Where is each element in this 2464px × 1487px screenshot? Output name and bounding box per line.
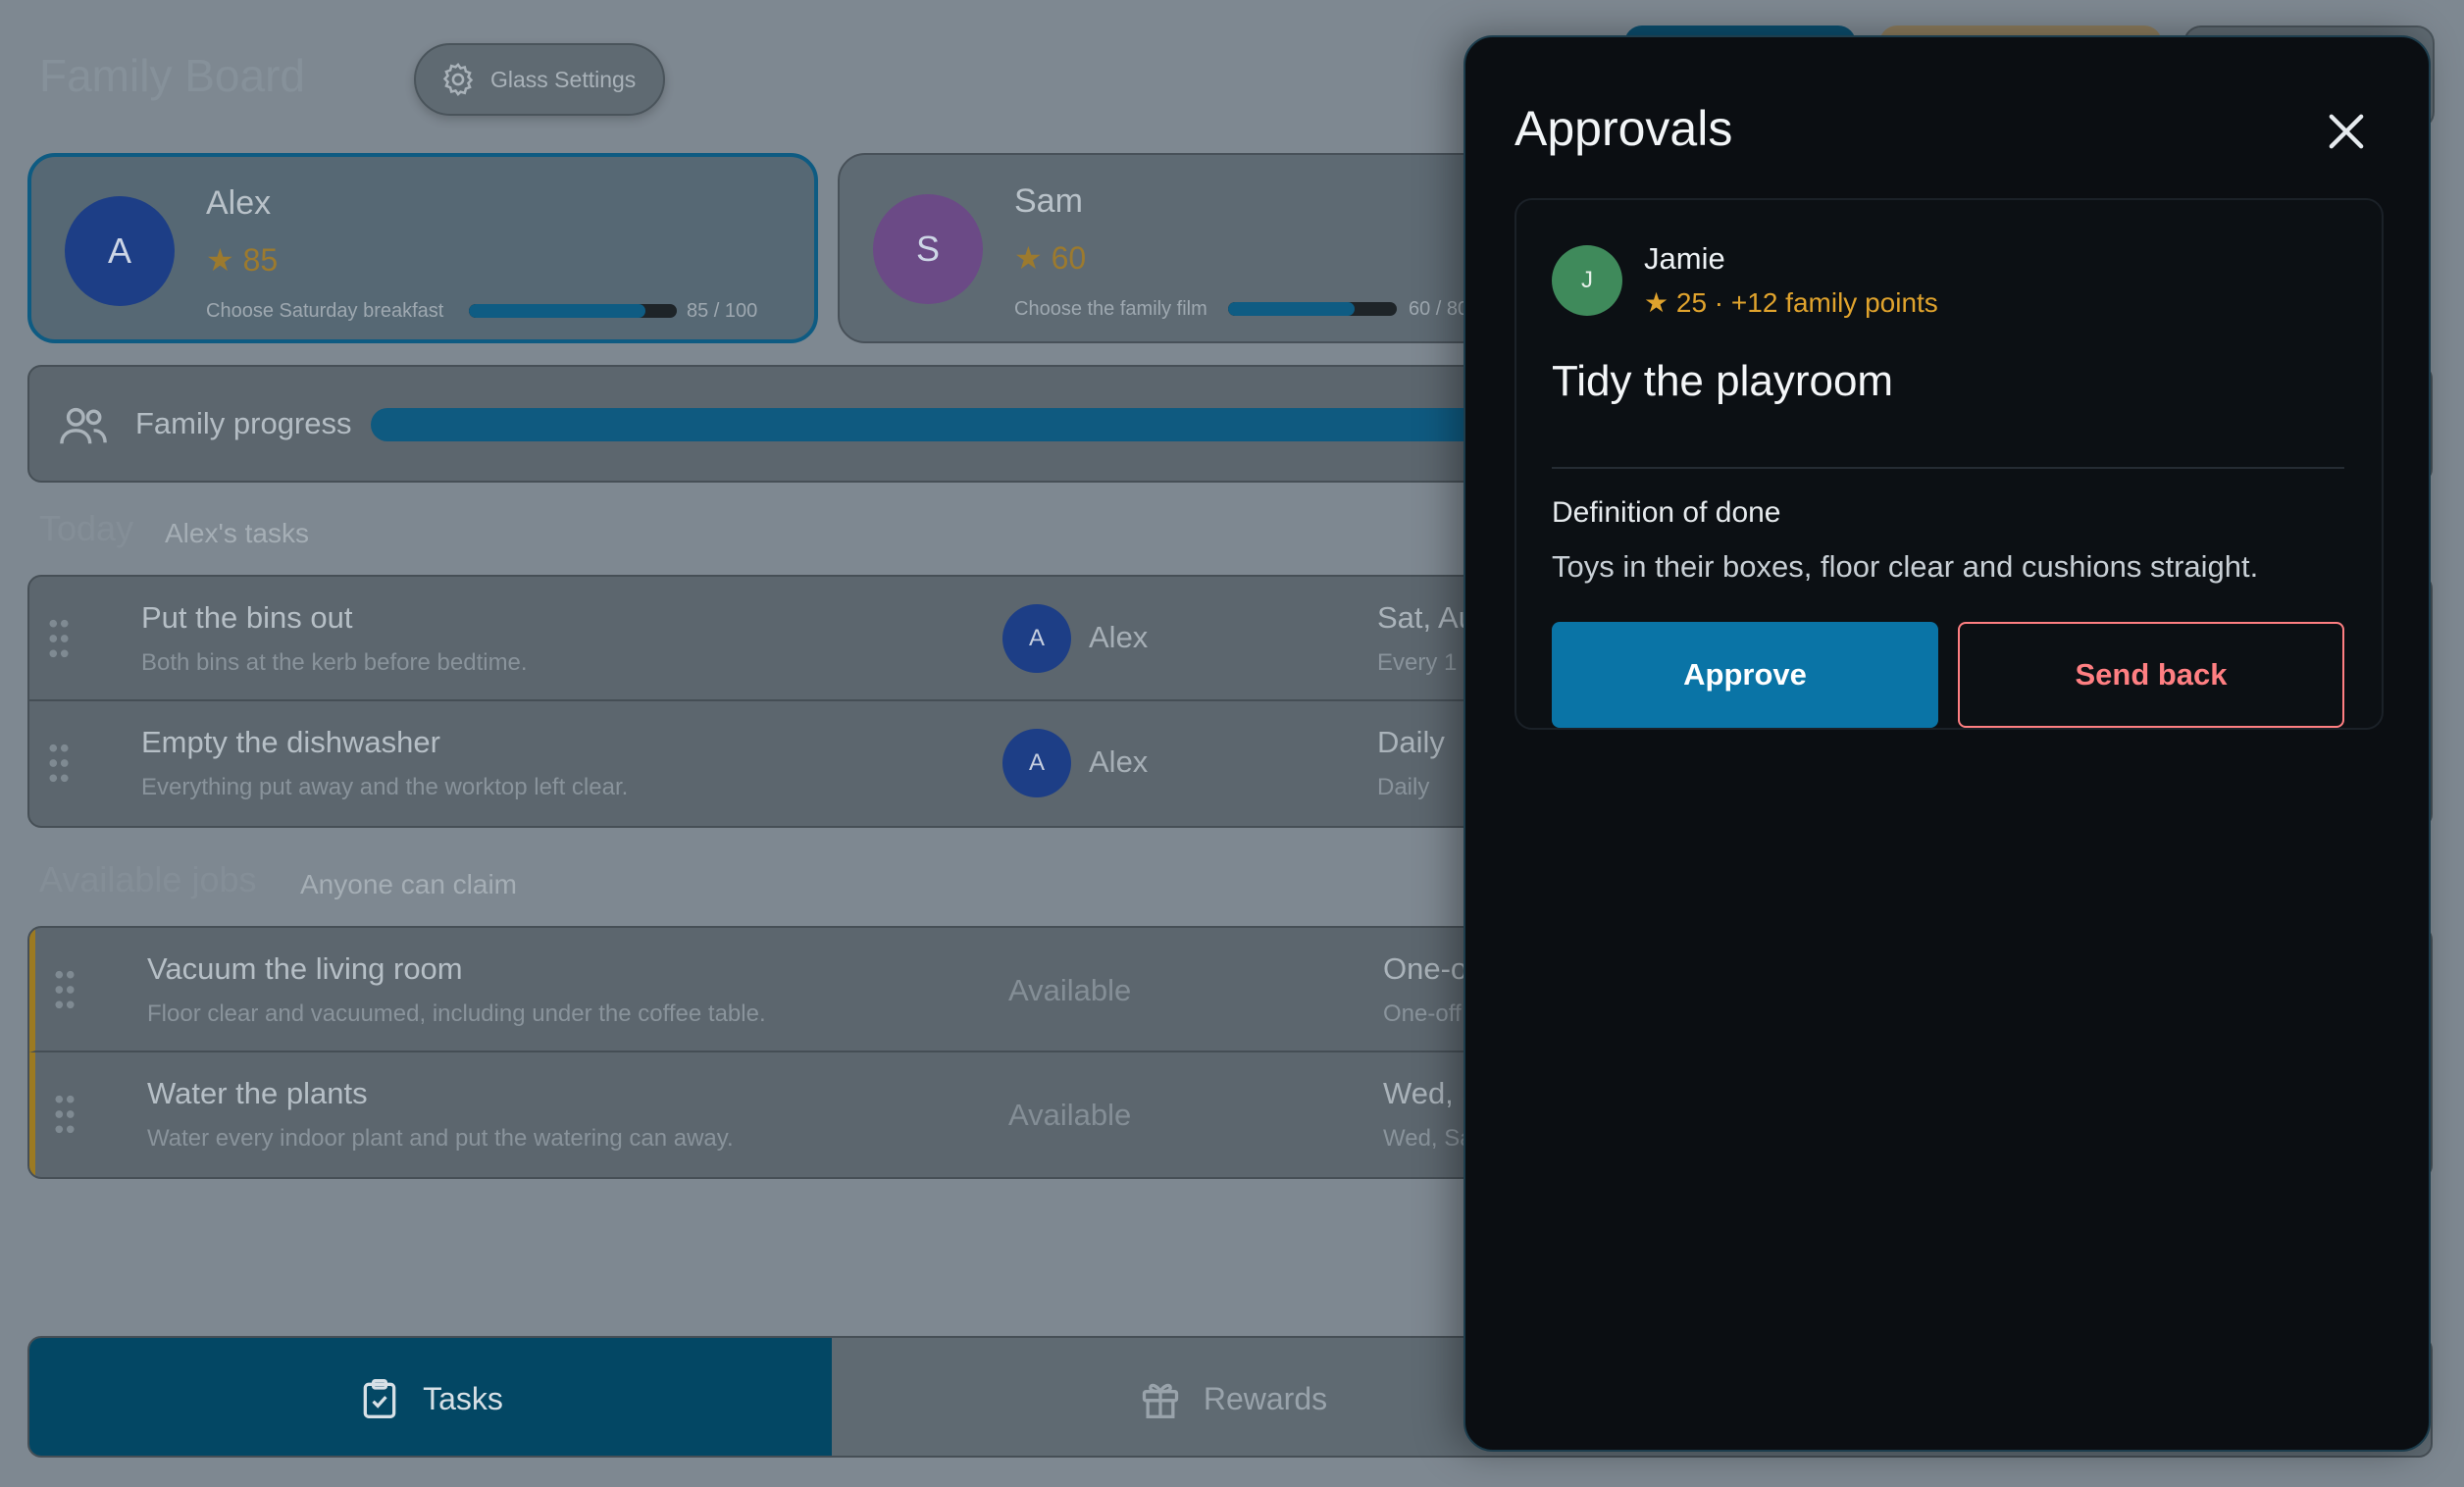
tab-tasks[interactable]: Tasks: [29, 1338, 832, 1456]
task-repeat: Wed, Sa: [1383, 1125, 1473, 1152]
approval-points: ★ 25 · +12 family points: [1644, 287, 1938, 318]
task-schedule: Sat, Au: [1377, 600, 1475, 635]
tab-rewards-label: Rewards: [1203, 1380, 1328, 1416]
profile-progress-fill: [1228, 302, 1355, 316]
avatar: A: [65, 196, 175, 306]
avatar: J: [1552, 245, 1622, 316]
task-repeat: One-off: [1383, 1000, 1462, 1027]
profile-name: Sam: [1014, 182, 1083, 220]
task-title: Empty the dishwasher: [141, 725, 440, 759]
star-icon: ★: [206, 242, 243, 278]
definition-of-done-text: Toys in their boxes, floor clear and cus…: [1552, 549, 2259, 584]
approvals-drawer: Approvals J Jamie ★ 25 · +12 family poin…: [1463, 35, 2431, 1452]
app-title: Family Board: [39, 50, 305, 101]
avatar: A: [1002, 729, 1071, 797]
approval-child-name: Jamie: [1644, 241, 1725, 276]
profile-card-alex[interactable]: A Alex ★ 85 Choose Saturday breakfast 85…: [27, 153, 818, 343]
profile-points: ★ 85: [206, 242, 279, 278]
profile-points: ★ 60: [1014, 240, 1087, 276]
gift-icon: [1142, 1383, 1179, 1418]
profile-progress-bar: [469, 304, 677, 318]
divider: [1552, 467, 2344, 469]
task-title: Put the bins out: [141, 600, 353, 635]
star-icon: ★: [1014, 240, 1052, 276]
task-status: Available: [1008, 1098, 1132, 1132]
tab-tasks-label: Tasks: [423, 1380, 503, 1416]
task-description: Floor clear and vacuumed, including unde…: [147, 1000, 766, 1027]
avatar: A: [1002, 604, 1071, 673]
available-heading: Available jobs: [39, 859, 257, 899]
task-description: Everything put away and the worktop left…: [141, 774, 629, 800]
approval-task-title: Tidy the playroom: [1552, 357, 1894, 405]
task-description: Water every indoor plant and put the wat…: [147, 1125, 734, 1152]
today-heading: Today: [39, 508, 134, 548]
profile-name: Alex: [206, 184, 272, 222]
drag-handle-icon[interactable]: [47, 618, 71, 659]
available-subheading: Anyone can claim: [300, 869, 518, 899]
approval-card: J Jamie ★ 25 · +12 family points Tidy th…: [1514, 198, 2384, 730]
drag-handle-icon[interactable]: [53, 1094, 77, 1135]
clipboard-check-icon: [363, 1379, 396, 1418]
profile-progress-count: 85 / 100: [687, 300, 758, 322]
glass-settings-button[interactable]: Glass Settings: [414, 43, 665, 116]
task-schedule: Daily: [1377, 725, 1445, 759]
drag-handle-icon[interactable]: [53, 969, 77, 1010]
task-description: Both bins at the kerb before bedtime.: [141, 649, 528, 676]
task-title: Vacuum the living room: [147, 951, 463, 986]
users-icon: [60, 407, 107, 444]
approve-button[interactable]: Approve: [1552, 622, 1938, 728]
task-assignee: Alex: [1089, 620, 1149, 654]
today-subheading: Alex's tasks: [165, 518, 309, 548]
profile-goal: Choose the family film: [1014, 298, 1207, 320]
task-title: Water the plants: [147, 1076, 368, 1110]
task-assignee: Alex: [1089, 744, 1149, 779]
task-repeat: Every 1: [1377, 649, 1458, 676]
task-schedule: One-of: [1383, 951, 1476, 986]
profile-progress-fill: [469, 304, 646, 318]
definition-of-done-label: Definition of done: [1552, 496, 1781, 529]
send-back-button[interactable]: Send back: [1958, 622, 2344, 728]
glass-settings-label: Glass Settings: [490, 66, 637, 92]
gear-icon: [442, 63, 474, 96]
avatar: S: [873, 194, 983, 304]
drag-handle-icon[interactable]: [47, 743, 71, 784]
profile-progress-count: 60 / 80: [1409, 298, 1469, 320]
drawer-title: Approvals: [1514, 101, 1733, 156]
task-repeat: Daily: [1377, 774, 1430, 800]
close-icon[interactable]: [2321, 106, 2372, 157]
task-status: Available: [1008, 973, 1132, 1007]
profile-goal: Choose Saturday breakfast: [206, 300, 444, 322]
family-progress-label: Family progress: [135, 406, 352, 440]
profile-progress-bar: [1228, 302, 1397, 316]
